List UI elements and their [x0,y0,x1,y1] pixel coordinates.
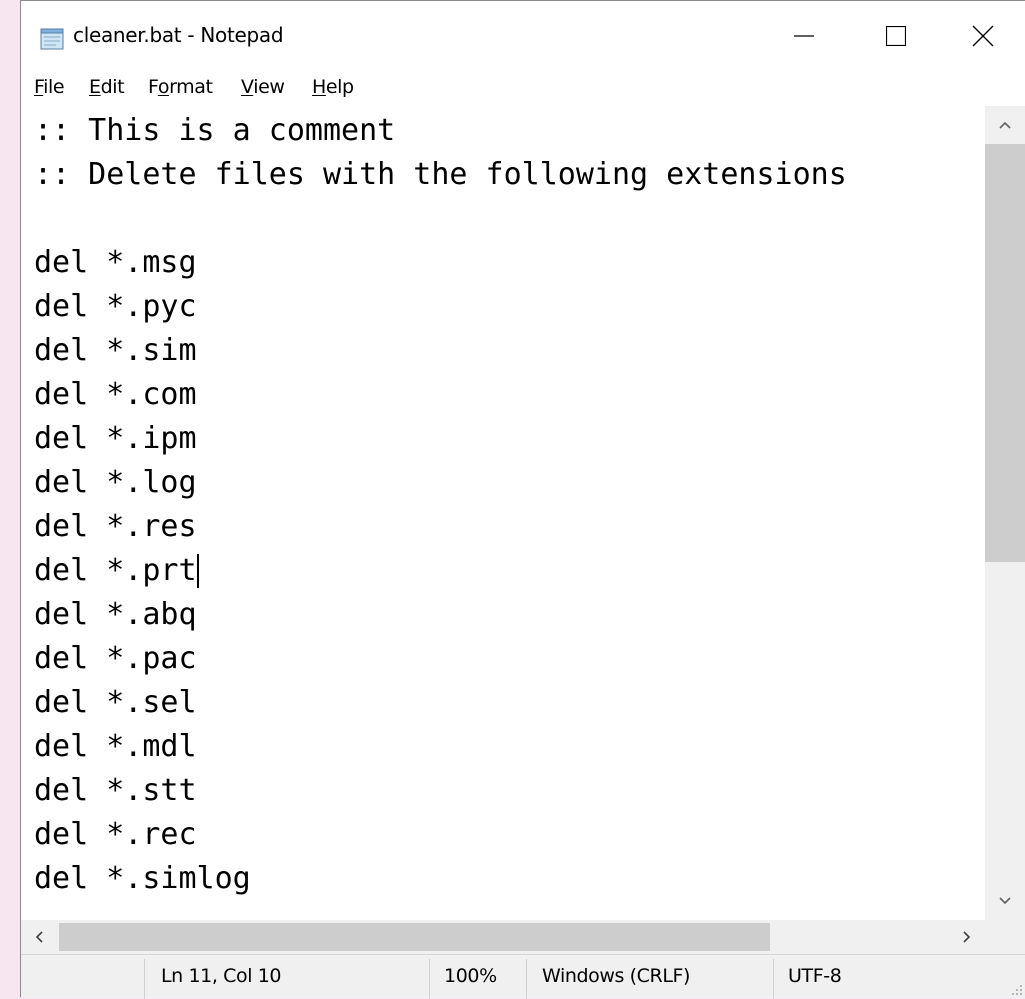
menu-view[interactable]: View [241,76,285,98]
editor-line: del *.sel [34,685,197,720]
status-separator [773,959,774,999]
scroll-down-button[interactable] [985,882,1025,920]
editor-line: del *.sim [34,333,197,368]
editor-line: del *.simlog [34,861,251,896]
status-line-ending: Windows (CRLF) [542,965,691,987]
editor-line: del *.rec [34,817,197,852]
editor-line: del *.pyc [34,289,197,324]
notepad-window: cleaner.bat - Notepad File Edit Format V… [20,0,1025,999]
status-separator [526,959,527,999]
scroll-right-button[interactable] [949,920,985,954]
editor-line: :: Delete files with the following exten… [34,157,847,192]
vertical-scrollbar[interactable] [985,106,1025,920]
maximize-icon [886,26,906,46]
editor-line: del *.ipm [34,421,197,456]
editor-line: del *.com [34,377,197,412]
status-cursor-position: Ln 11, Col 10 [161,965,282,987]
editor-line: del *.abq [34,597,197,632]
status-zoom: 100% [444,965,497,987]
menu-format[interactable]: Format [148,76,213,98]
vertical-scroll-thumb[interactable] [985,144,1025,562]
chevron-up-icon [999,121,1011,129]
status-separator [144,959,145,999]
horizontal-scrollbar[interactable] [21,920,985,954]
minimize-icon [794,35,814,37]
notepad-icon[interactable] [40,28,64,50]
menu-help[interactable]: Help [312,76,354,98]
status-encoding: UTF-8 [788,965,842,987]
close-button[interactable] [941,1,1025,71]
title-bar[interactable]: cleaner.bat - Notepad [21,1,1025,71]
horizontal-scroll-thumb[interactable] [59,923,770,951]
editor-line: del *.pac [34,641,197,676]
editor-line: del *.log [34,465,197,500]
maximize-button[interactable] [850,1,942,71]
window-title: cleaner.bat - Notepad [73,23,284,47]
menu-edit[interactable]: Edit [89,76,125,98]
scroll-left-button[interactable] [21,920,57,954]
status-separator [429,959,430,999]
menu-file[interactable]: File [34,76,65,98]
minimize-button[interactable] [758,1,850,71]
resize-grip-icon[interactable] [1009,982,1023,996]
menu-bar: File Edit Format View Help [21,71,1025,105]
editor-line: del *.msg [34,245,197,280]
editor-line: del *.prt [34,553,197,588]
status-bar: Ln 11, Col 10 100% Windows (CRLF) UTF-8 [21,954,1025,999]
text-editor[interactable]: :: This is a comment:: Delete files with… [21,106,985,920]
text-caret [196,554,199,588]
editor-line: del *.mdl [34,729,197,764]
chevron-down-icon [999,897,1011,905]
close-icon [972,25,994,47]
scroll-up-button[interactable] [985,106,1025,144]
editor-line: :: This is a comment [34,113,396,148]
editor-line: del *.res [34,509,197,544]
chevron-left-icon [35,931,43,943]
editor-line: del *.stt [34,773,197,808]
scrollbar-corner [985,920,1025,954]
chevron-right-icon [963,931,971,943]
